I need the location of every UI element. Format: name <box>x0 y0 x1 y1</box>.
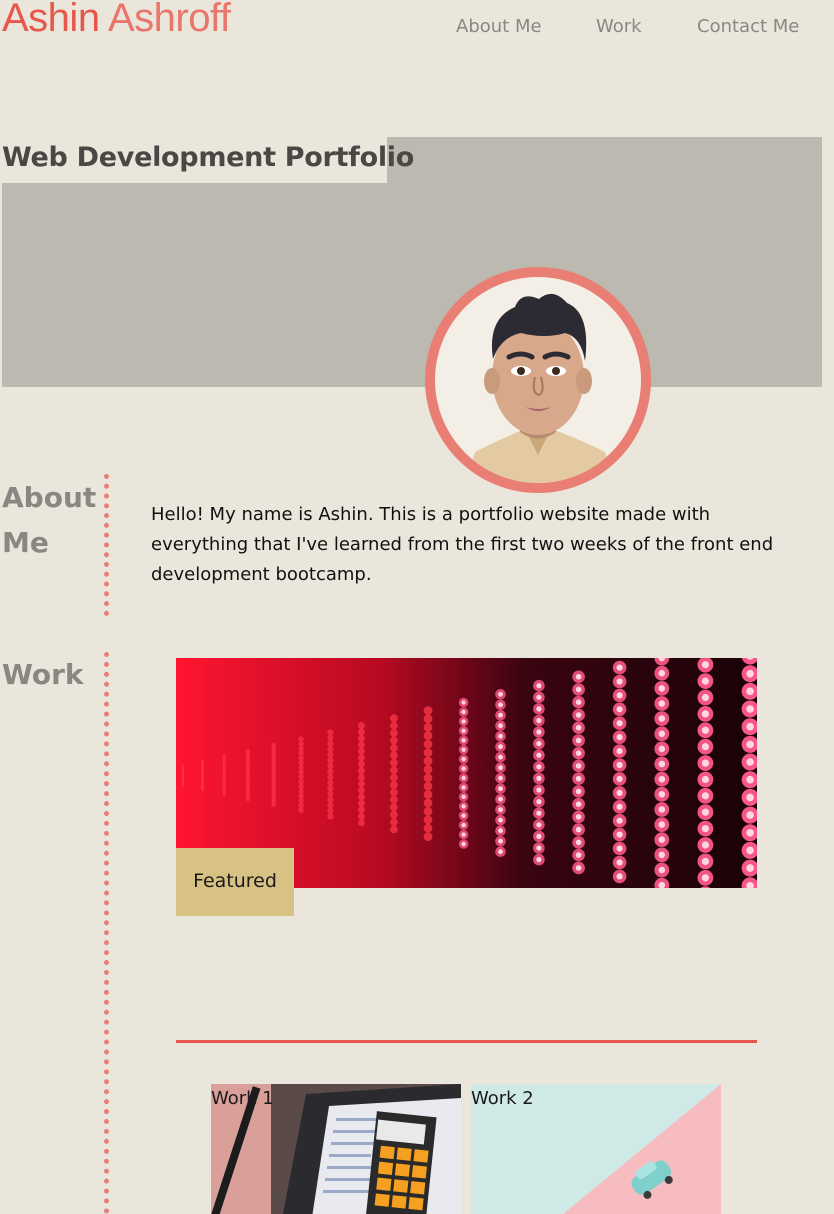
work-heading: Work <box>2 658 84 691</box>
work-tile-1[interactable]: Work 1 <box>211 1084 461 1214</box>
work-2-label: Work 2 <box>471 1088 534 1109</box>
top-nav: About Me Work Contact Me <box>0 16 834 40</box>
about-text: Hello! My name is Ashin. This is a portf… <box>151 504 774 585</box>
work-dotted-rule <box>104 652 109 1214</box>
portfolio-page: Ashin Ashroff About Me Work Contact Me W… <box>0 0 834 1214</box>
nav-work[interactable]: Work <box>596 16 642 37</box>
avatar <box>425 267 651 493</box>
nav-contact-me[interactable]: Contact Me <box>697 16 799 37</box>
nav-about-me[interactable]: About Me <box>456 16 542 37</box>
about-heading: About Me <box>2 481 97 559</box>
avatar-illustration <box>465 293 615 483</box>
about-dotted-rule <box>104 474 109 616</box>
hero-title: Web Development Portfolio <box>2 142 415 173</box>
work-1-label: Work 1 <box>211 1088 274 1109</box>
work-tile-2[interactable]: Work 2 <box>471 1084 721 1214</box>
featured-tag: Featured <box>176 848 294 916</box>
work-divider <box>176 1040 757 1043</box>
featured-label: Featured <box>193 870 277 892</box>
avatar-portrait <box>435 277 641 483</box>
